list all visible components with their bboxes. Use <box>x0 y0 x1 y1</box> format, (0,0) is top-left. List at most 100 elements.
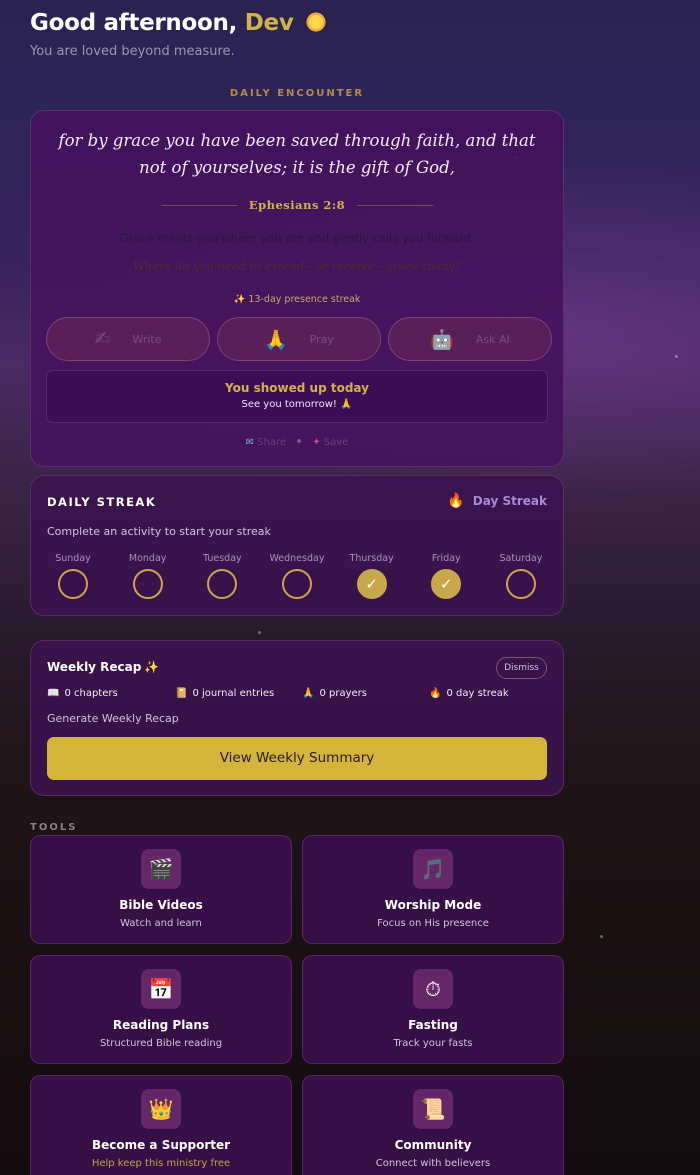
tool-community[interactable]: 📜 Community Connect with believers <box>302 1075 564 1175</box>
showed-up-title: You showed up today <box>225 381 369 395</box>
showed-up-banner: You showed up today See you tomorrow! 🙏 <box>46 370 548 423</box>
streak-hint: Complete an activity to start your strea… <box>47 525 271 538</box>
tool-name: Community <box>394 1138 472 1152</box>
showed-up-subtitle: See you tomorrow! 🙏 <box>241 399 353 410</box>
greeting: Good afternoon, Dev <box>30 10 328 36</box>
check-icon: ✓ <box>356 569 387 599</box>
day-wednesday: Wednesday <box>267 553 327 599</box>
daily-encounter-card: for by grace you have been saved through… <box>30 110 564 467</box>
tool-name: Become a Supporter <box>91 1138 231 1152</box>
flame-icon: 🔥 <box>447 493 465 509</box>
verse-reference-row: Ephesians 2:8 <box>161 198 433 212</box>
share-link[interactable]: ✉ Share <box>246 437 286 448</box>
stat-streak: 🔥 0 day streak <box>429 688 509 699</box>
star-decoration <box>258 631 261 634</box>
weekly-recap-card: Weekly Recap ✨ Dismiss 📖 0 chapters 📔 0 jou… <box>30 640 564 796</box>
stat-text: 0 prayers <box>319 688 367 699</box>
sparkles-icon: ✨ <box>144 660 160 674</box>
save-label: Save <box>323 437 349 448</box>
tool-become-supporter[interactable]: 👑 Become a Supporter Help keep this mini… <box>30 1075 292 1175</box>
star-decoration <box>675 355 678 358</box>
day-circle <box>281 569 312 599</box>
day-label: Friday <box>431 553 461 564</box>
praying-hands-icon: 🙏 <box>264 328 288 351</box>
tool-subtitle: Track your fasts <box>393 1038 473 1049</box>
day-saturday: Saturday <box>491 553 551 599</box>
day-circle <box>207 569 238 599</box>
clapperboard-icon: 🎬 <box>141 849 181 889</box>
tool-worship-mode[interactable]: 🎵 Worship Mode Focus on His presence <box>302 835 564 944</box>
stat-text: 0 chapters <box>64 688 118 699</box>
presence-streak: ✨ 13-day presence streak <box>233 294 361 305</box>
music-note-icon: 🎵 <box>413 849 453 889</box>
tool-fasting[interactable]: ⏱ Fasting Track your fasts <box>302 955 564 1064</box>
recap-title: Weekly Recap ✨ <box>47 660 159 674</box>
tool-subtitle: Structured Bible reading <box>99 1038 223 1049</box>
day-sunday: Sunday <box>43 553 103 599</box>
write-button[interactable]: ✍ Write <box>46 317 210 361</box>
verse-text: for by grace you have been saved through… <box>58 131 536 177</box>
daily-encounter-label: DAILY ENCOUNTER <box>229 88 365 99</box>
dismiss-button[interactable]: Dismiss <box>496 657 547 679</box>
day-circle <box>132 569 163 599</box>
share-save-row: ✉ Share ✦ Save <box>31 437 563 448</box>
pray-button[interactable]: 🙏 Pray <box>217 317 381 361</box>
day-label: Sunday <box>55 553 91 564</box>
tool-subtitle: Focus on His presence <box>377 918 489 929</box>
ask-ai-button[interactable]: 🤖 Ask AI <box>388 317 552 361</box>
divider <box>161 204 237 206</box>
star-decoration <box>600 935 603 938</box>
day-label: Wednesday <box>269 553 325 564</box>
writing-hand-icon: ✍ <box>94 328 111 350</box>
stat-chapters: 📖 0 chapters <box>47 688 175 699</box>
tool-subtitle: Connect with believers <box>375 1158 491 1169</box>
tool-name: Worship Mode <box>384 898 482 912</box>
separator-dot <box>297 439 302 443</box>
flame-icon: 🔥 <box>429 688 442 699</box>
day-monday: Monday <box>118 553 178 599</box>
bookmark-icon: ✦ <box>312 437 321 448</box>
tool-name: Fasting <box>408 1018 458 1032</box>
tool-reading-plans[interactable]: 📅 Reading Plans Structured Bible reading <box>30 955 292 1064</box>
recap-title-text: Weekly Recap <box>47 660 142 674</box>
encounter-actions: ✍ Write 🙏 Pray 🤖 Ask AI <box>46 317 552 361</box>
tool-subtitle: Watch and learn <box>120 918 202 929</box>
check-icon: ✓ <box>431 569 462 599</box>
day-streak-badge: 🔥 Day Streak <box>447 493 547 509</box>
sun-icon <box>305 11 328 33</box>
save-link[interactable]: ✦ Save <box>312 437 348 448</box>
verse-reference: Ephesians 2:8 <box>248 198 346 212</box>
day-friday: Friday ✓ <box>416 553 476 599</box>
notebook-icon: 📔 <box>175 688 188 699</box>
stat-journal: 📔 0 journal entries <box>175 688 302 699</box>
scroll-icon: 📜 <box>413 1089 453 1129</box>
tool-bible-videos[interactable]: 🎬 Bible Videos Watch and learn <box>30 835 292 944</box>
tool-name: Reading Plans <box>112 1018 210 1032</box>
divider <box>357 204 433 206</box>
day-circle <box>58 569 88 599</box>
write-label: Write <box>132 332 162 346</box>
streak-title: DAILY STREAK <box>47 495 157 509</box>
generate-recap-link[interactable]: Generate Weekly Recap <box>47 712 179 725</box>
crown-icon: 👑 <box>141 1089 181 1129</box>
share-icon: ✉ <box>245 437 254 448</box>
robot-icon: 🤖 <box>430 328 454 351</box>
tools-label: TOOLS <box>30 822 78 833</box>
praying-hands-icon: 🙏 <box>302 688 315 699</box>
day-label: Monday <box>128 553 167 564</box>
day-circle <box>505 569 536 599</box>
greeting-subtitle: You are loved beyond measure. <box>30 44 235 59</box>
user-name: Dev <box>244 10 294 36</box>
day-tuesday: Tuesday <box>192 553 252 599</box>
view-weekly-summary-button[interactable]: View Weekly Summary <box>47 737 547 780</box>
daily-streak-card: DAILY STREAK 🔥 Day Streak Complete an act… <box>30 475 564 616</box>
reflection-text: Grace meets you where you are and gently… <box>119 231 475 245</box>
calendar-icon: 📅 <box>141 969 181 1009</box>
stat-text: 0 day streak <box>446 688 509 699</box>
stat-prayers: 🙏 0 prayers <box>302 688 429 699</box>
recap-stats: 📖 0 chapters 📔 0 journal entries 🙏 0 prayer… <box>47 688 547 699</box>
reflection-question: Where do you need to extend—or receive—g… <box>133 259 461 273</box>
ask-ai-label: Ask AI <box>475 332 510 346</box>
day-label: Saturday <box>499 553 543 564</box>
tool-subtitle: Help keep this ministry free <box>91 1158 231 1169</box>
